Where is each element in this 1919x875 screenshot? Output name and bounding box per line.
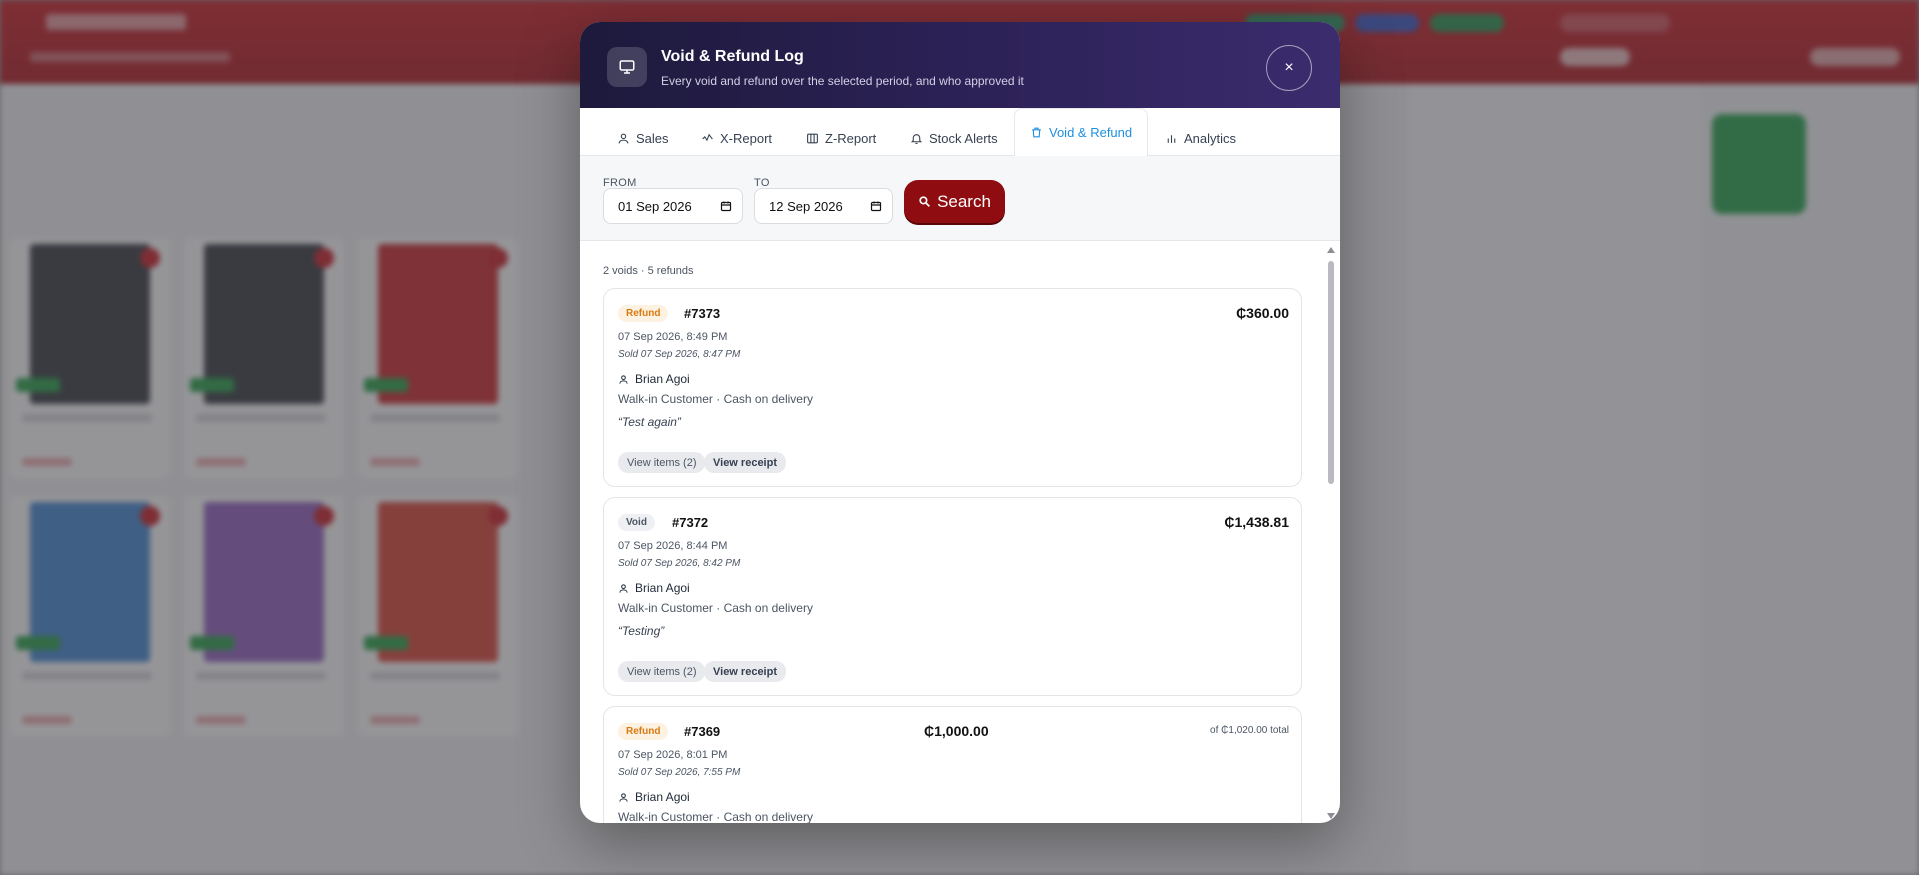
tab-sales[interactable]: Sales: [617, 120, 669, 156]
view-receipt-button[interactable]: View receipt: [704, 661, 786, 682]
approver-name: Brian Agoi: [635, 372, 690, 386]
approver: Brian Agoi: [618, 372, 690, 386]
sold-date: Sold 07 Sep 2026, 7:55 PM: [618, 767, 741, 778]
from-date-input[interactable]: 01 Sep 2026: [603, 188, 743, 224]
scroll-up-icon[interactable]: [1327, 247, 1335, 253]
tab-x-report[interactable]: X-Report: [701, 120, 772, 156]
view-items-button[interactable]: View items (2): [618, 661, 706, 682]
customer-payment: Walk-in Customer · Cash on delivery: [618, 810, 813, 823]
void-badge: Void: [618, 514, 655, 531]
columns-icon: [807, 133, 818, 143]
amount: ₵1,000.00: [924, 723, 989, 739]
calendar-icon: [870, 201, 882, 212]
view-items-button[interactable]: View items (2): [618, 452, 706, 473]
approver: Brian Agoi: [618, 790, 690, 804]
modal-header: Void & Refund Log Every void and refund …: [580, 22, 1340, 108]
modal-subtitle: Every void and refund over the selected …: [661, 74, 1024, 88]
date-filters: FROM 01 Sep 2026 TO 12 Sep 2026 Search: [580, 156, 1340, 241]
reason-note: “Testing”: [618, 624, 665, 638]
tab-label: Sales: [636, 130, 669, 146]
tab-label: Analytics: [1184, 130, 1237, 146]
reason-note: “Test again”: [618, 415, 681, 429]
tab-label: Z-Report: [825, 130, 877, 146]
sold-date: Sold 07 Sep 2026, 8:47 PM: [618, 349, 741, 360]
log-entry: Refund #7369 ₵1,000.00 of ₵1,020.00 tota…: [603, 706, 1302, 823]
tab-label: Stock Alerts: [929, 130, 998, 146]
approver: Brian Agoi: [618, 581, 690, 595]
log-entry: Refund #7373 ₵360.00 07 Sep 2026, 8:49 P…: [603, 288, 1302, 487]
user-icon: [619, 374, 628, 384]
search-label: Search: [937, 191, 991, 211]
tab-label: Void & Refund: [1049, 125, 1133, 140]
order-total: of ₵1,020.00 total: [1210, 725, 1289, 736]
refund-badge: Refund: [618, 723, 669, 740]
event-date: 07 Sep 2026, 8:44 PM: [618, 540, 728, 552]
approver-name: Brian Agoi: [635, 790, 690, 804]
log-entry: Void #7372 ₵1,438.81 07 Sep 2026, 8:44 P…: [603, 497, 1302, 696]
approver-name: Brian Agoi: [635, 581, 690, 595]
bar-chart-icon: [1167, 134, 1176, 143]
scrollbar[interactable]: [1326, 245, 1336, 819]
from-date-value: 01 Sep 2026: [618, 198, 692, 214]
amount: ₵1,438.81: [1224, 514, 1289, 530]
order-number: #7373: [684, 306, 721, 321]
trash-icon: [1032, 127, 1041, 138]
customer-payment: Walk-in Customer · Cash on delivery: [618, 392, 813, 406]
order-number: #7369: [684, 724, 721, 739]
user-icon: [618, 133, 629, 143]
close-button[interactable]: ×: [1266, 45, 1312, 91]
user-icon: [619, 792, 628, 802]
scroll-thumb[interactable]: [1328, 261, 1334, 484]
event-date: 07 Sep 2026, 8:01 PM: [618, 749, 728, 761]
calendar-icon: [720, 201, 732, 212]
to-date-input[interactable]: 12 Sep 2026: [754, 188, 893, 224]
search-button[interactable]: Search: [904, 180, 1005, 223]
sold-date: Sold 07 Sep 2026, 8:42 PM: [618, 558, 741, 569]
tab-analytics[interactable]: Analytics: [1165, 120, 1236, 156]
tab-label: X-Report: [720, 130, 773, 146]
activity-icon: [702, 133, 713, 141]
to-date-value: 12 Sep 2026: [769, 198, 843, 214]
monitor-icon: [607, 47, 647, 87]
scroll-down-icon[interactable]: [1327, 813, 1335, 819]
customer-payment: Walk-in Customer · Cash on delivery: [618, 601, 813, 615]
view-receipt-button[interactable]: View receipt: [704, 452, 786, 473]
order-number: #7372: [672, 515, 709, 530]
log-list: 2 voids · 5 refunds Refund #7373 ₵360.00…: [580, 242, 1340, 823]
refund-badge: Refund: [618, 305, 669, 322]
user-icon: [619, 583, 628, 593]
amount: ₵360.00: [1236, 305, 1289, 321]
event-date: 07 Sep 2026, 8:49 PM: [618, 331, 728, 343]
bell-icon: [910, 133, 923, 144]
modal-title: Void & Refund Log: [661, 48, 804, 65]
void-refund-modal: Void & Refund Log Every void and refund …: [580, 22, 1340, 823]
summary-count: 2 voids · 5 refunds: [603, 265, 694, 277]
tab-void-refund[interactable]: Void & Refund: [1014, 108, 1149, 157]
tab-z-report[interactable]: Z-Report: [806, 120, 876, 156]
search-icon: [919, 196, 931, 207]
tab-stock-alerts[interactable]: Stock Alerts: [910, 120, 998, 156]
report-tabs: Sales X-Report Z-Report Stock Alerts Voi…: [580, 108, 1340, 157]
